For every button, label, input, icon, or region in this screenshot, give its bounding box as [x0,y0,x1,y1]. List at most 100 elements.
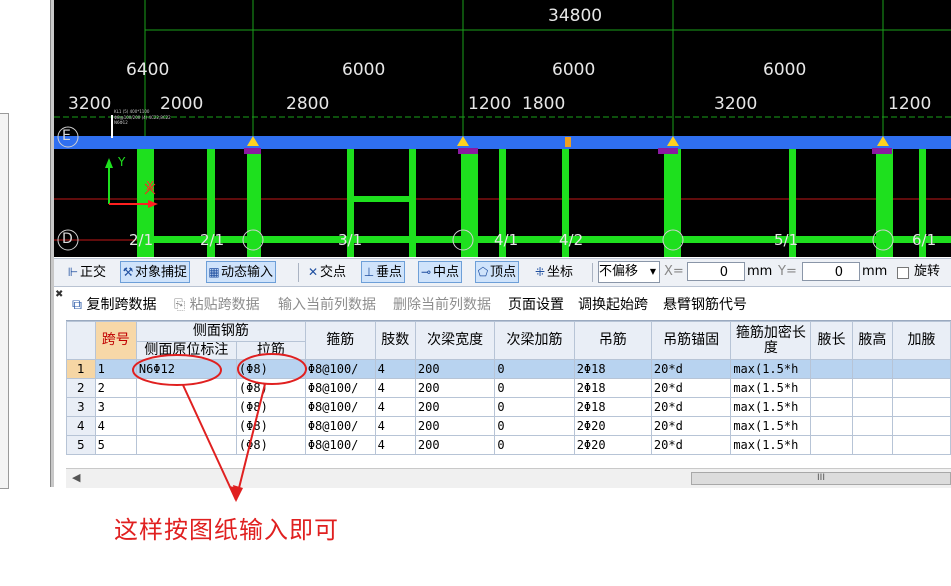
grid-cell-anchor[interactable]: 20*d [650,435,732,455]
grid-cell-width[interactable]: 200 [414,435,496,455]
intersect-snap-button[interactable]: ✕ 交点 [306,262,346,282]
grid-cell-anchor[interactable]: 20*d [650,397,732,417]
vertex-snap-button[interactable]: ⬠ 顶点 [475,261,520,283]
grid-cell-dense[interactable]: max(1.5*h [730,378,812,398]
grid-cell-empty[interactable] [851,359,894,379]
side-annotation-header[interactable]: 侧面原位标注 [135,341,237,360]
grid-cell-empty[interactable] [810,416,853,436]
haunch-length-header[interactable]: 腋长 [810,321,853,360]
cantilever-code-button[interactable]: 悬臂钢筋代号 [663,296,747,314]
hanger-header[interactable]: 吊筋 [573,321,652,360]
ortho-button[interactable]: ⊩ 正交 [66,262,106,282]
close-icon[interactable]: ✖ [55,290,65,300]
grid-cell-dense[interactable]: max(1.5*h [730,435,812,455]
table-row[interactable]: 5 5 (Φ8) Φ8@100/4 200 0 2Φ20 20*d max(1.5*h [66,435,951,455]
grid-cell-span[interactable]: 1 [94,359,137,379]
y-coord-input[interactable]: 0 [802,262,860,281]
grid-cell-empty[interactable] [810,378,853,398]
grid-cell-side[interactable] [135,435,237,455]
copy-span-button[interactable]: ⧉ 复制跨数据 [72,296,156,314]
grid-cell-legs[interactable]: 4 [374,378,416,398]
grid-cell-empty[interactable] [892,416,951,436]
grid-cell-stirrup[interactable]: Φ8@100/ [304,359,376,379]
grid-cell-span[interactable]: 5 [94,435,137,455]
grid-cell-stirrup[interactable]: Φ8@100/ [304,378,376,398]
grid-cell-tie[interactable]: (Φ8) [235,435,306,455]
grid-cell-width[interactable]: 200 [414,416,496,436]
input-column-button[interactable]: 输入当前列数据 [278,296,376,314]
grid-cell-tie[interactable]: (Φ8) [235,416,306,436]
x-coord-input[interactable]: 0 [687,262,745,281]
table-row[interactable]: 1 1 N6Φ12 (Φ8) Φ8@100/4 200 0 2Φ18 20*d max(1.5*h [66,359,951,379]
grid-cell-add[interactable]: 0 [494,359,575,379]
grid-cell-empty[interactable] [892,359,951,379]
dynamic-input-button[interactable]: ▦动态输入 [206,261,277,283]
haunch-height-header[interactable]: 腋高 [851,321,894,360]
haunch-extra-header[interactable]: 加腋 [892,321,951,360]
grid-cell-legs[interactable]: 4 [374,397,416,417]
grid-cell-width[interactable]: 200 [414,397,496,417]
grid-cell-tie[interactable]: (Φ8) [235,359,306,379]
grid-cell-tie[interactable]: (Φ8) [235,397,306,417]
grid-cell-empty[interactable] [851,378,894,398]
grid-cell-dense[interactable]: max(1.5*h [730,416,812,436]
grid-cell-stirrup[interactable]: Φ8@100/ [304,416,376,436]
stirrup-header[interactable]: 箍筋 [304,321,376,360]
coordinate-button[interactable]: ⁜ 坐标 [533,262,573,282]
grid-cell-empty[interactable] [851,435,894,455]
grid-cell-empty[interactable] [892,378,951,398]
grid-cell-anchor[interactable]: 20*d [650,359,732,379]
grid-cell-add[interactable]: 0 [494,378,575,398]
grid-cell-anchor[interactable]: 20*d [650,416,732,436]
row-number-cell[interactable]: 2 [66,378,96,398]
grid-cell-add[interactable]: 0 [494,435,575,455]
grid-cell-legs[interactable]: 4 [374,359,416,379]
cad-canvas[interactable]: KL1 (5) 400*1100 Φ8@100/200 (4) 4C22;8C2… [54,0,951,257]
grid-cell-legs[interactable]: 4 [374,416,416,436]
object-snap-button[interactable]: ⚒ 对象捕捉 [120,261,191,283]
grid-cell-stirrup[interactable]: Φ8@100/ [304,397,376,417]
tie-header[interactable]: 拉筋 [235,341,306,360]
grid-cell-dense[interactable]: max(1.5*h [730,397,812,417]
grid-cell-empty[interactable] [892,435,951,455]
row-number-cell[interactable]: 5 [66,435,96,455]
offset-select[interactable]: 不偏移 ▼ [598,261,660,283]
row-number-cell[interactable]: 3 [66,397,96,417]
rotate-checkbox[interactable] [897,267,909,279]
row-number-cell[interactable]: 1 [66,359,96,379]
delete-column-button[interactable]: 删除当前列数据 [393,296,491,314]
span-number-header[interactable]: 跨号 [94,321,137,360]
grid-cell-empty[interactable] [851,416,894,436]
table-row[interactable]: 4 4 (Φ8) Φ8@100/4 200 0 2Φ20 20*d max(1.5*h [66,416,951,436]
grid-cell-empty[interactable] [810,359,853,379]
grid-cell-span[interactable]: 4 [94,416,137,436]
grid-cell-empty[interactable] [810,397,853,417]
perpendicular-snap-button[interactable]: ⊥ 垂点 [361,261,406,283]
grid-cell-hanger[interactable]: 2Φ20 [573,435,652,455]
horizontal-scrollbar[interactable]: ◀ III [66,468,951,488]
grid-cell-dense[interactable]: max(1.5*h [730,359,812,379]
grid-cell-legs[interactable]: 4 [374,435,416,455]
grid-cell-span[interactable]: 3 [94,397,137,417]
grid-cell-hanger[interactable]: 2Φ18 [573,397,652,417]
secondary-add-header[interactable]: 次梁加筋 [494,321,575,360]
page-setup-button[interactable]: 页面设置 [508,296,564,314]
grid-cell-width[interactable]: 200 [414,378,496,398]
legs-header[interactable]: 肢数 [374,321,416,360]
grid-cell-side[interactable] [135,416,237,436]
paste-span-button[interactable]: ⎘ 粘贴跨数据 [174,296,260,314]
grid-cell-empty[interactable] [810,435,853,455]
grid-cell-stirrup[interactable]: Φ8@100/ [304,435,376,455]
grid-cell-hanger[interactable]: 2Φ18 [573,378,652,398]
grid-cell-span[interactable]: 2 [94,378,137,398]
grid-cell-tie[interactable]: (Φ8) [235,378,306,398]
grid-cell-side[interactable] [135,397,237,417]
grid-cell-add[interactable]: 0 [494,397,575,417]
hanger-anchor-header[interactable]: 吊筋锚固 [650,321,732,360]
grid-cell-empty[interactable] [892,397,951,417]
scroll-left-icon[interactable]: ◀ [72,471,80,484]
row-number-cell[interactable]: 4 [66,416,96,436]
grid-cell-empty[interactable] [851,397,894,417]
grid-cell-side[interactable] [135,378,237,398]
swap-start-span-button[interactable]: 调换起始跨 [578,296,648,314]
